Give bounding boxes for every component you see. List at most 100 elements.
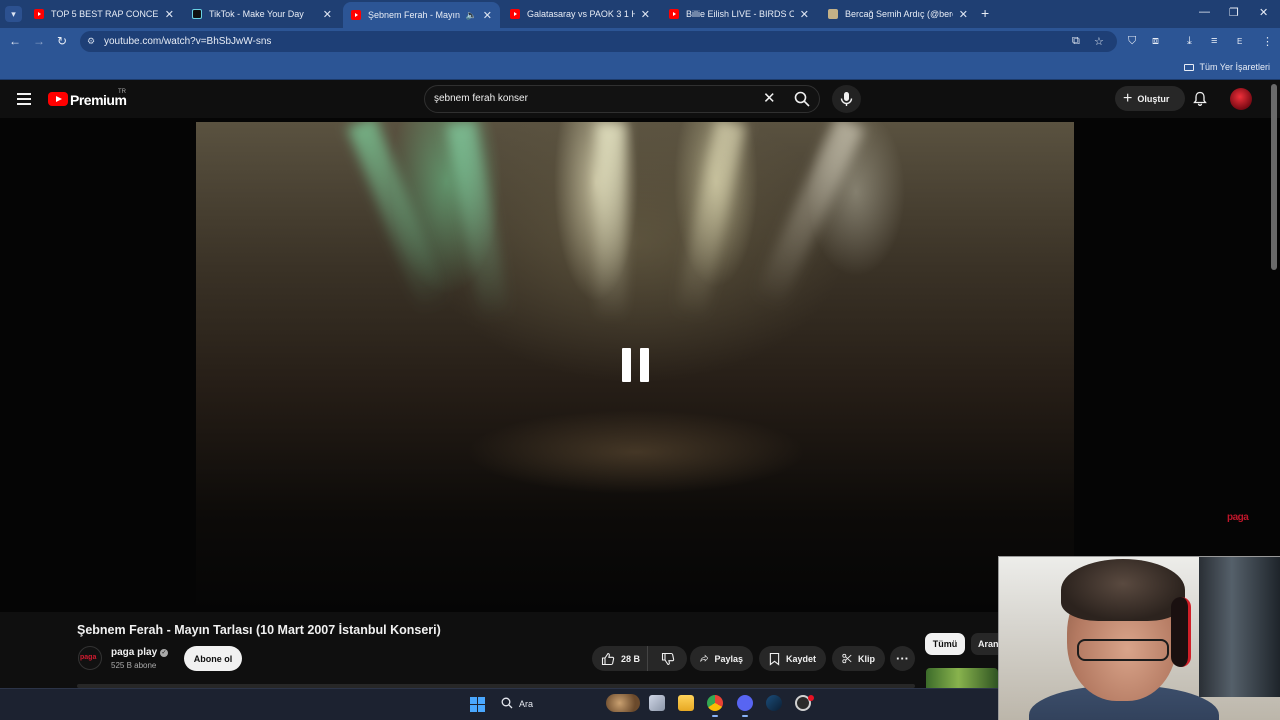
clear-search-icon[interactable]: ✕: [763, 89, 776, 107]
profile-button[interactable]: E: [1237, 37, 1242, 46]
close-tab-icon[interactable]: ✕: [959, 8, 968, 21]
restore-window-icon[interactable]: ❐: [1229, 6, 1239, 19]
browser-tab[interactable]: Billie Eilish LIVE - BIRDS OF A FE ✕: [661, 3, 817, 25]
tab-title: Billie Eilish LIVE - BIRDS OF A FE: [686, 9, 794, 19]
file-explorer-icon[interactable]: [678, 695, 694, 711]
close-tab-icon[interactable]: ✕: [483, 9, 492, 22]
subscribe-button[interactable]: Abone ol: [184, 646, 242, 671]
youtube-icon: [669, 9, 679, 19]
search-icon[interactable]: [794, 91, 810, 107]
folder-icon: [1184, 64, 1195, 71]
stage-light: [752, 122, 865, 310]
tab-title: Bercağ Semih Ardıç (@bercag_: [845, 9, 953, 19]
all-bookmarks-label: Tüm Yer İşaretleri: [1199, 62, 1270, 72]
youtube-icon: [351, 10, 361, 20]
tab-title: Şebnem Ferah - Mayın Tarla: [368, 10, 462, 20]
browser-tab[interactable]: Bercağ Semih Ardıç (@bercag_ ✕: [820, 3, 976, 25]
chrome-icon[interactable]: [707, 695, 723, 717]
notifications-bell-icon[interactable]: [1193, 91, 1207, 106]
stage-light: [446, 122, 511, 322]
discord-icon[interactable]: [737, 695, 753, 717]
channel-avatar-logo: paga: [80, 654, 97, 661]
youtube-icon: [34, 9, 44, 19]
tab-title: Galatasaray vs PAOK 3 1 Highlig: [527, 9, 635, 19]
widgets-icon[interactable]: [606, 694, 640, 712]
minimize-window-icon[interactable]: —: [1199, 6, 1210, 18]
page-scrollbar[interactable]: [1271, 84, 1277, 270]
youtube-logo-icon[interactable]: [48, 92, 68, 106]
stage-light: [347, 122, 450, 314]
close-tab-icon[interactable]: ✕: [800, 8, 809, 21]
browser-tab[interactable]: Galatasaray vs PAOK 3 1 Highlig ✕: [502, 3, 658, 25]
like-dislike-group: 28 B: [592, 646, 687, 671]
voice-search-button[interactable]: [832, 85, 861, 113]
webcam-overlay: [998, 556, 1280, 720]
chip-all[interactable]: Tümü: [925, 633, 965, 655]
plus-icon: +: [1123, 89, 1133, 107]
save-button[interactable]: Kaydet: [759, 646, 826, 671]
youtube-icon: [510, 9, 520, 19]
save-label: Kaydet: [785, 653, 816, 664]
audio-playing-icon[interactable]: 🔈: [466, 10, 477, 21]
twitter-icon: [828, 9, 838, 19]
menu-kebab-icon[interactable]: ⋮: [1262, 35, 1273, 48]
all-bookmarks-button[interactable]: Tüm Yer İşaretleri: [1184, 62, 1270, 72]
bookmark-icon: [769, 652, 780, 666]
share-button[interactable]: Paylaş: [690, 646, 753, 671]
downloads-icon[interactable]: ⤓: [1187, 35, 1192, 48]
stage-light: [674, 122, 746, 321]
channel-name[interactable]: paga play: [111, 647, 157, 658]
reload-icon[interactable]: ↻: [57, 34, 67, 48]
like-button[interactable]: 28 B: [592, 646, 648, 671]
tab-title: TikTok - Make Your Day: [209, 9, 304, 19]
new-tab-button[interactable]: +: [981, 5, 989, 21]
task-view-icon[interactable]: [649, 695, 665, 711]
cast-icon[interactable]: ⧉: [1072, 35, 1080, 48]
thumbs-down-icon: [661, 652, 674, 665]
webcam-person-hair: [1061, 559, 1185, 621]
close-window-icon[interactable]: ✕: [1259, 6, 1268, 19]
thumbs-up-icon: [601, 652, 615, 665]
back-icon[interactable]: ←: [9, 34, 21, 48]
site-settings-icon[interactable]: ⚙: [87, 36, 98, 46]
create-label: Oluştur: [1137, 93, 1170, 104]
channel-watermark[interactable]: paga: [1227, 512, 1249, 523]
browser-tab[interactable]: TikTok - Make Your Day ✕: [184, 3, 340, 25]
tab-title: TOP 5 BEST RAP CONCERT MO: [51, 9, 159, 19]
taskbar-search-icon[interactable]: [501, 697, 513, 709]
close-tab-icon[interactable]: ✕: [165, 8, 174, 21]
forward-icon[interactable]: →: [33, 34, 45, 48]
windows-start-icon[interactable]: [470, 697, 485, 712]
more-actions-icon[interactable]: ···: [890, 646, 915, 671]
clip-label: Klip: [858, 653, 875, 664]
recommended-video-thumbnail[interactable]: [926, 668, 998, 688]
guide-menu-icon[interactable]: [17, 93, 31, 105]
bookmark-star-icon[interactable]: ☆: [1094, 35, 1104, 48]
verified-check-icon: ✓: [160, 649, 168, 657]
account-avatar[interactable]: [1230, 88, 1252, 110]
browser-tab-active[interactable]: Şebnem Ferah - Mayın Tarla 🔈 ✕: [343, 2, 500, 28]
subscriber-count: 525 B abone: [111, 661, 157, 670]
tiktok-icon: [192, 9, 202, 19]
extensions-icon[interactable]: ⧈: [1152, 35, 1159, 48]
windows-taskbar: [0, 688, 998, 720]
pause-icon[interactable]: [616, 344, 656, 388]
webcam-headset: [1171, 597, 1191, 667]
dislike-button[interactable]: [648, 646, 687, 671]
notification-badge: [808, 695, 814, 701]
browser-tab[interactable]: TOP 5 BEST RAP CONCERT MO ✕: [26, 3, 182, 25]
clip-button[interactable]: Klip: [832, 646, 885, 671]
like-count: 28 B: [621, 653, 641, 664]
close-tab-icon[interactable]: ✕: [641, 8, 650, 21]
search-input[interactable]: şebnem ferah konser: [434, 93, 528, 104]
close-tab-icon[interactable]: ✕: [323, 8, 332, 21]
webcam-person-glasses: [1077, 639, 1169, 661]
share-arrow-icon: [700, 654, 709, 662]
shield-extension-icon[interactable]: ⛉: [1128, 35, 1136, 48]
media-controls-icon[interactable]: ≡: [1211, 35, 1217, 47]
steam-icon[interactable]: [766, 695, 782, 711]
create-button[interactable]: + Oluştur: [1115, 86, 1185, 111]
taskbar-search-label[interactable]: Ara: [519, 699, 533, 709]
tab-search-button[interactable]: ▾: [5, 6, 22, 22]
url-text[interactable]: youtube.com/watch?v=BhSbJwW-sns: [104, 36, 271, 47]
